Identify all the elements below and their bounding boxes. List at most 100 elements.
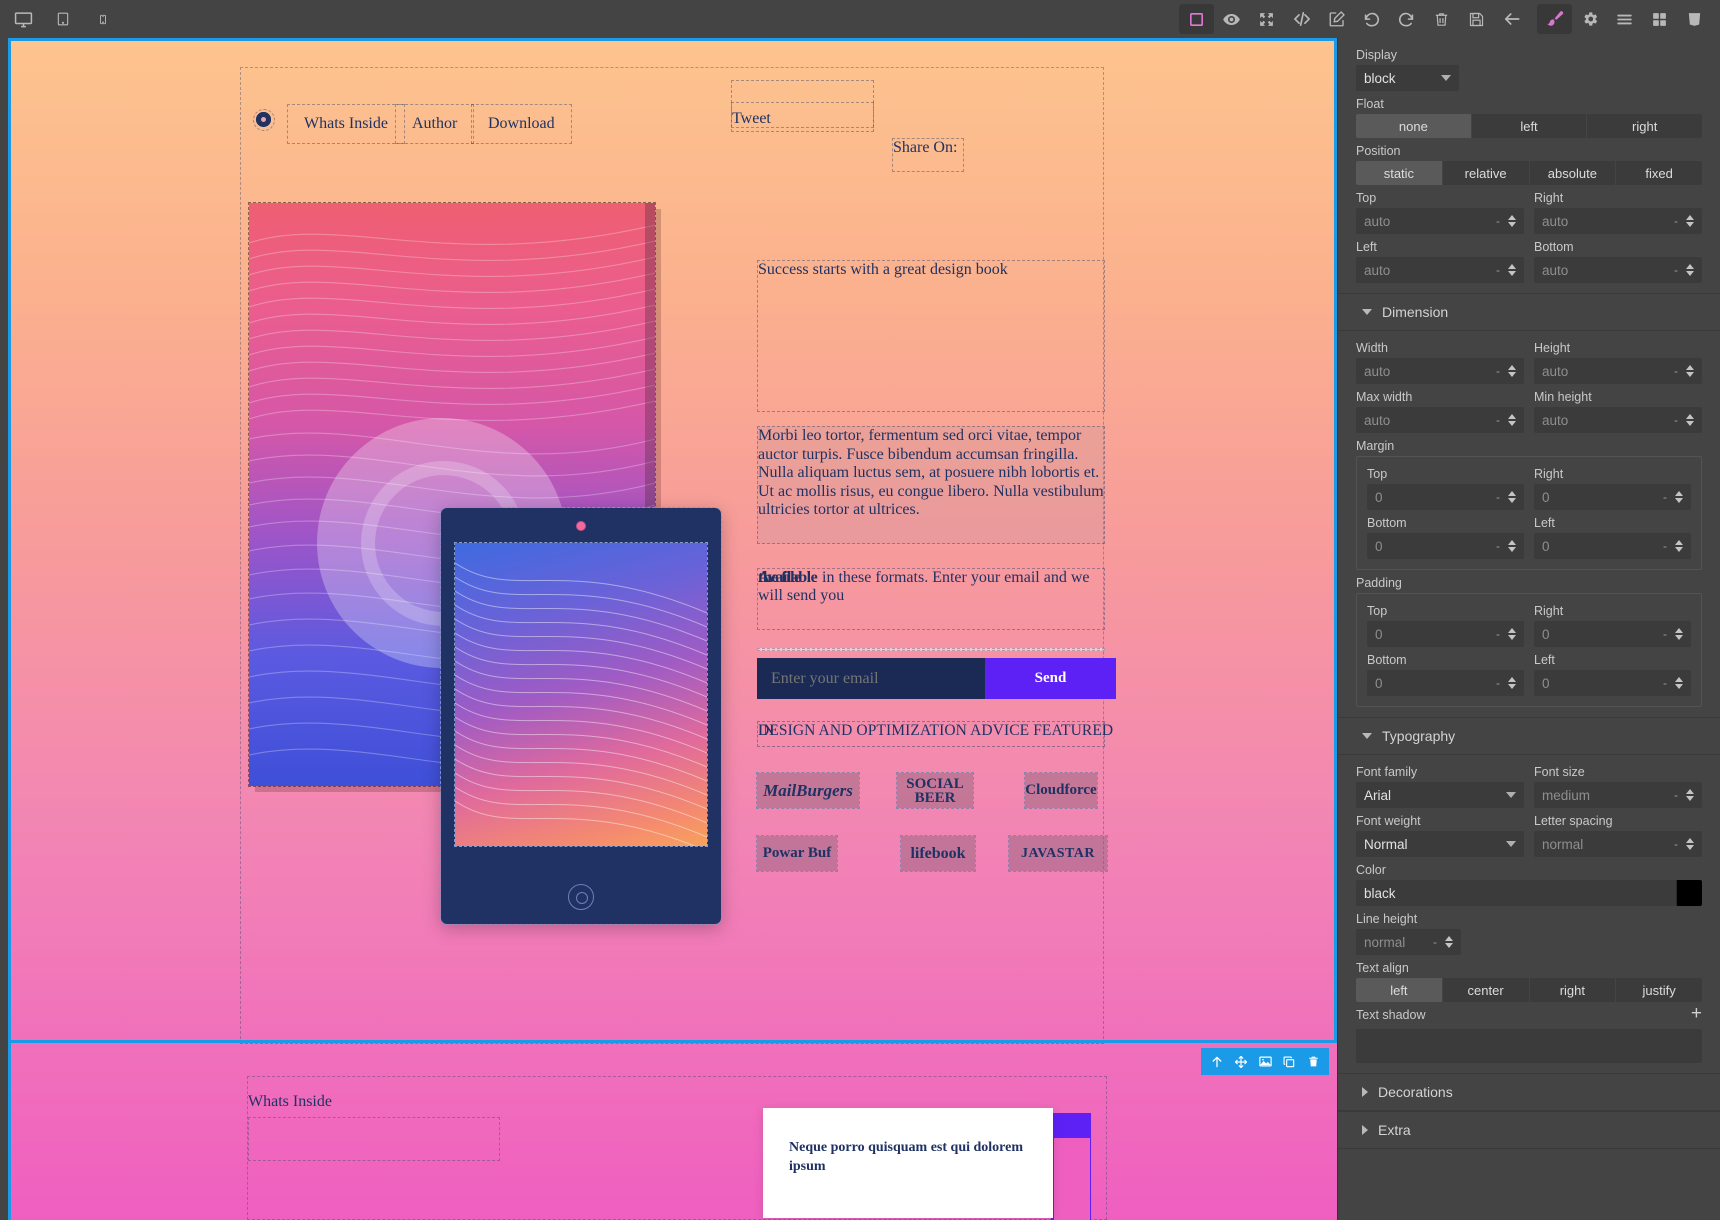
margin-bottom-input[interactable]: 0 - (1367, 533, 1524, 559)
redo-icon[interactable] (1389, 4, 1424, 34)
padding-right-input[interactable]: 0 - (1534, 621, 1691, 647)
extra-section-header[interactable]: Extra (1338, 1111, 1720, 1149)
letter-spacing-input[interactable]: normal - (1534, 831, 1702, 857)
position-option-absolute[interactable]: absolute (1529, 161, 1617, 185)
quote-card[interactable]: Neque porro quisquam est qui dolorem ips… (763, 1108, 1053, 1218)
brand-logo[interactable]: lifebook (900, 835, 976, 872)
nav-item-whats-inside[interactable]: Whats Inside (287, 104, 405, 144)
color-swatch[interactable] (1676, 880, 1702, 906)
paint-brush-icon[interactable] (1537, 4, 1572, 34)
font-family-select[interactable]: Arial (1356, 782, 1524, 808)
stepper-icon[interactable] (1686, 215, 1694, 227)
fullscreen-icon[interactable] (1249, 4, 1284, 34)
stepper-icon[interactable] (1508, 414, 1516, 426)
stepper-icon[interactable] (1675, 628, 1683, 640)
top-input[interactable]: auto - (1356, 208, 1524, 234)
dimension-section-header[interactable]: Dimension (1338, 293, 1720, 331)
stepper-icon[interactable] (1508, 215, 1516, 227)
float-option-left[interactable]: left (1471, 114, 1588, 138)
typography-section-header[interactable]: Typography (1338, 717, 1720, 755)
brand-logo[interactable]: Cloudforce (1024, 772, 1098, 809)
stepper-icon[interactable] (1508, 628, 1516, 640)
site-navbar[interactable]: Whats Inside Author Download Share On: (247, 98, 1107, 172)
margin-right-input[interactable]: 0 - (1534, 484, 1691, 510)
copy-icon[interactable] (1277, 1048, 1301, 1075)
stepper-icon[interactable] (1675, 491, 1683, 503)
stepper-icon[interactable] (1508, 491, 1516, 503)
export-code-icon[interactable] (1284, 4, 1319, 34)
text-align-option-center[interactable]: center (1442, 978, 1530, 1002)
canvas-frame[interactable]: Whats Inside Author Download Share On: T… (8, 38, 1337, 1220)
share-on-label[interactable]: Share On: (892, 138, 964, 172)
gear-icon[interactable] (1572, 4, 1607, 34)
stepper-icon[interactable] (1508, 365, 1516, 377)
trash-icon[interactable] (1301, 1048, 1325, 1075)
image-icon[interactable] (1253, 1048, 1277, 1075)
send-button[interactable]: Send (985, 658, 1116, 699)
email-field[interactable] (757, 658, 985, 699)
stepper-icon[interactable] (1686, 264, 1694, 276)
brand-logo[interactable]: SOCIAL BEER (896, 772, 974, 809)
stepper-icon[interactable] (1686, 838, 1694, 850)
position-option-static[interactable]: static (1356, 161, 1443, 185)
mobile-icon[interactable] (88, 4, 118, 34)
right-input[interactable]: auto - (1534, 208, 1702, 234)
featured-heading[interactable]: IN DESIGN AND OPTIMIZATION ADVICE FEATUR… (757, 721, 1113, 747)
position-option-relative[interactable]: relative (1442, 161, 1530, 185)
layers-icon[interactable] (1607, 4, 1642, 34)
text-align-option-left[interactable]: left (1356, 978, 1443, 1002)
availability-text[interactable]: Available the file in these formats. Ent… (757, 568, 1105, 630)
left-input[interactable]: auto - (1356, 257, 1524, 283)
decorations-section-header[interactable]: Decorations (1338, 1073, 1720, 1111)
stepper-icon[interactable] (1686, 365, 1694, 377)
padding-left-input[interactable]: 0 - (1534, 670, 1691, 696)
padding-top-input[interactable]: 0 - (1367, 621, 1524, 647)
edit-canvas-icon[interactable] (1319, 4, 1354, 34)
float-option-right[interactable]: right (1587, 114, 1702, 138)
stepper-icon[interactable] (1675, 540, 1683, 552)
width-input[interactable]: auto - (1356, 358, 1524, 384)
text-align-option-justify[interactable]: justify (1616, 978, 1702, 1002)
stepper-icon[interactable] (1686, 789, 1694, 801)
whats-inside-placeholder[interactable] (248, 1117, 500, 1161)
hero-headline[interactable]: Success starts with a great design book (757, 260, 1105, 412)
nav-item-author[interactable]: Author (395, 104, 475, 144)
desktop-icon[interactable] (8, 4, 38, 34)
bottom-input[interactable]: auto - (1534, 257, 1702, 283)
css-logo-icon[interactable] (1677, 4, 1712, 34)
font-weight-select[interactable]: Normal (1356, 831, 1524, 857)
preview-eye-icon[interactable] (1214, 4, 1249, 34)
move-icon[interactable] (1229, 1048, 1253, 1075)
select-parent-icon[interactable] (1205, 1048, 1229, 1075)
tablet-mockup[interactable] (440, 507, 722, 925)
stepper-icon[interactable] (1508, 264, 1516, 276)
tablet-screen-image[interactable] (454, 542, 708, 847)
tweet-button[interactable]: Tweet (732, 110, 771, 128)
sw-visibility-icon[interactable] (1179, 4, 1214, 34)
text-align-option-right[interactable]: right (1529, 978, 1617, 1002)
stepper-icon[interactable] (1686, 414, 1694, 426)
logo-mark-icon[interactable] (256, 112, 271, 127)
font-size-input[interactable]: medium - (1534, 782, 1702, 808)
stepper-icon[interactable] (1675, 677, 1683, 689)
margin-left-input[interactable]: 0 - (1534, 533, 1691, 559)
display-select[interactable]: block (1356, 65, 1459, 91)
hero-body-copy[interactable]: Morbi leo tortor, fermentum sed orci vit… (757, 426, 1105, 544)
add-text-shadow-button[interactable]: + (1691, 1004, 1702, 1023)
stepper-icon[interactable] (1445, 936, 1453, 948)
text-shadow-stack[interactable] (1356, 1029, 1702, 1063)
brand-logo[interactable]: JAVASTAR (1008, 835, 1108, 872)
brand-logo[interactable]: MailBurgers (756, 772, 860, 809)
blocks-icon[interactable] (1642, 4, 1677, 34)
min-height-input[interactable]: auto - (1534, 407, 1702, 433)
stepper-icon[interactable] (1508, 540, 1516, 552)
float-option-none[interactable]: none (1356, 114, 1472, 138)
nav-item-download[interactable]: Download (471, 104, 572, 144)
max-width-input[interactable]: auto - (1356, 407, 1524, 433)
back-arrow-icon[interactable] (1494, 4, 1529, 34)
position-option-fixed[interactable]: fixed (1616, 161, 1702, 185)
stepper-icon[interactable] (1508, 677, 1516, 689)
signup-form[interactable]: Send (757, 658, 1116, 699)
delete-icon[interactable] (1424, 4, 1459, 34)
height-input[interactable]: auto - (1534, 358, 1702, 384)
